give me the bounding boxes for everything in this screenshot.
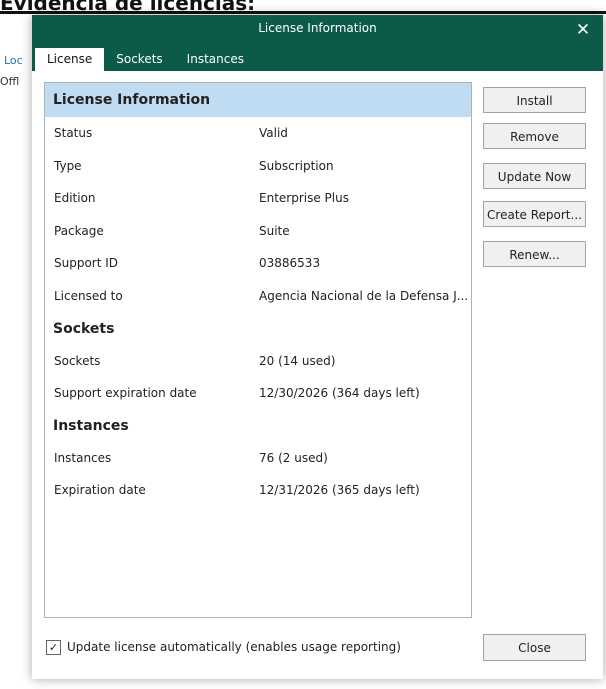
row-support-expiration: Support expiration date 12/30/2026 (364 … [45,377,471,410]
row-label: Expiration date [54,483,146,498]
license-dialog: License Information ✕ License Sockets In… [32,15,603,679]
close-icon[interactable]: ✕ [573,19,593,41]
row-status: Status Valid [45,117,471,150]
row-value: Enterprise Plus [259,191,349,206]
row-value: 12/31/2026 (365 days left) [259,483,420,498]
dialog-title: License Information [258,21,377,35]
row-label: Support expiration date [54,386,197,401]
dialog-titlebar: License Information ✕ License Sockets In… [32,15,603,71]
row-sockets: Sockets 20 (14 used) [45,345,471,378]
row-value: Subscription [259,158,334,173]
remove-button[interactable]: Remove [483,123,586,149]
row-label: Edition [54,191,96,206]
background-text: Offl [0,75,20,88]
tab-license[interactable]: License [35,48,105,71]
renew-button[interactable]: Renew... [483,241,586,267]
row-support-id: Support ID 03886533 [45,247,471,280]
row-value: 20 (14 used) [259,353,336,368]
tab-bar: License Sockets Instances [35,48,256,71]
row-label: Support ID [54,256,119,271]
create-report-button[interactable]: Create Report... [483,201,586,227]
install-button[interactable]: Install [483,87,586,113]
row-label: Status [54,126,93,140]
row-label: Type [54,158,82,173]
row-value: 76 (2 used) [259,450,328,465]
row-edition: Edition Enterprise Plus [45,182,471,215]
row-type: Type Subscription [45,150,471,183]
row-label: Instances [54,450,112,465]
row-licensed-to: Licensed to Agencia Nacional de la Defen… [45,280,471,313]
row-value: 12/30/2026 (364 days left) [259,386,420,401]
row-value: Agencia Nacional de la Defensa J... [259,288,469,303]
close-button[interactable]: Close [483,634,586,661]
row-package: Package Suite [45,215,471,248]
section-instances: Instances [53,417,129,434]
row-value: Suite [259,223,290,238]
row-label: Licensed to [54,288,123,303]
row-value: Valid [259,126,288,140]
auto-update-checkbox[interactable]: ✓ [46,640,61,655]
row-instances: Instances 76 (2 used) [45,442,471,475]
background-link[interactable]: Loc [4,54,30,67]
update-now-button[interactable]: Update Now [483,163,586,189]
row-label: Sockets [54,353,101,368]
auto-update-label[interactable]: Update license automatically (enables us… [67,638,401,656]
row-label: Package [54,223,104,238]
document-rule [0,11,606,14]
tab-sockets[interactable]: Sockets [104,48,174,71]
section-license-information[interactable]: License Information [45,83,471,117]
tab-instances[interactable]: Instances [175,48,256,71]
row-value: 03886533 [259,256,321,271]
section-sockets: Sockets [53,320,115,337]
row-expiration-date: Expiration date 12/31/2026 (365 days lef… [45,474,471,507]
license-info-panel: License Information Status Valid Type Su… [44,82,472,618]
